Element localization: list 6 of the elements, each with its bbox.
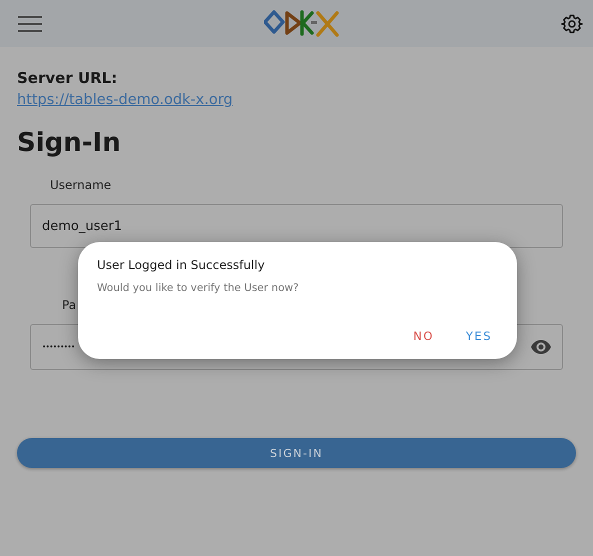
dialog-message: Would you like to verify the User now?	[97, 282, 300, 294]
server-url-label: Server URL:	[17, 69, 118, 87]
sign-in-heading: Sign-In	[17, 128, 122, 158]
dialog-title: User Logged in Successfully	[97, 258, 266, 272]
password-label: Pa	[62, 298, 76, 312]
username-label: Username	[50, 178, 112, 192]
